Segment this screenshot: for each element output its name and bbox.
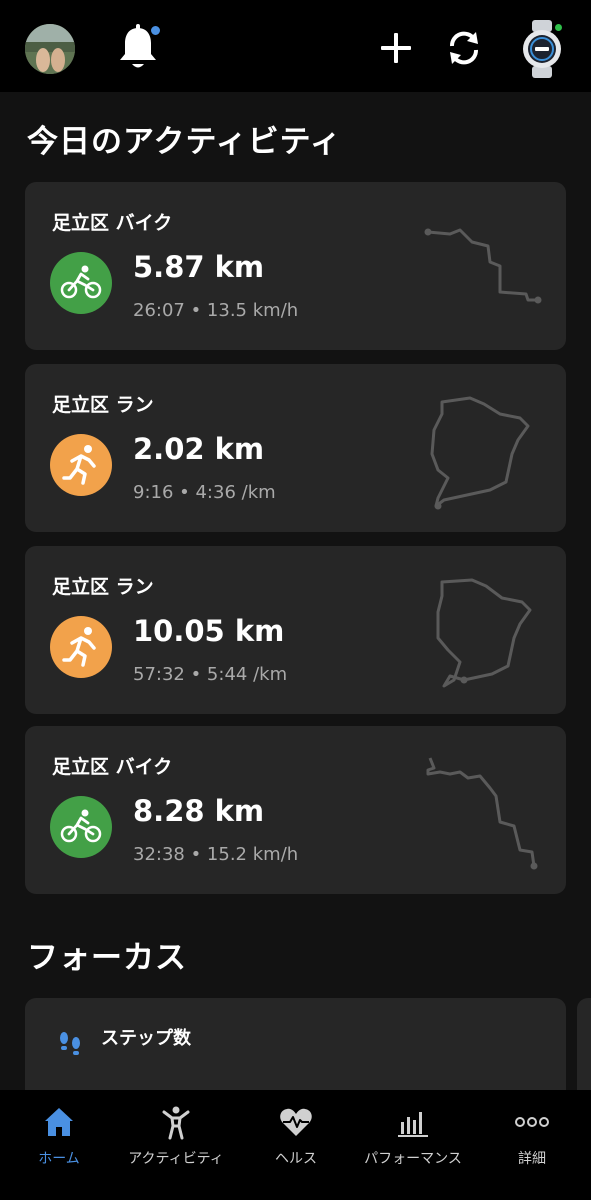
- notification-badge: [149, 24, 162, 37]
- route-map: [436, 578, 532, 688]
- activity-distance: 8.28 km: [133, 794, 265, 828]
- activity-card[interactable]: 足立区 バイク 5.87 km 26:07 • 13.5 km/h: [25, 182, 566, 350]
- performance-bars-icon: [398, 1112, 428, 1137]
- add-button[interactable]: [376, 28, 416, 68]
- nav-label: パフォーマンス: [364, 1151, 462, 1167]
- nav-health[interactable]: ヘルス: [252, 1090, 340, 1200]
- activity-person-icon: [162, 1106, 190, 1140]
- footsteps-icon: [60, 1032, 80, 1055]
- activity-title: 足立区 バイク: [52, 756, 173, 778]
- sync-button[interactable]: [444, 28, 484, 68]
- route-map: [424, 228, 542, 304]
- activity-distance: 10.05 km: [133, 614, 285, 648]
- nav-performance[interactable]: パフォーマンス: [356, 1090, 470, 1200]
- bike-icon: [50, 796, 112, 858]
- bottom-nav: ホーム アクティビティ ヘルス パフォーマンス 詳細: [0, 1090, 591, 1200]
- activity-stats: 57:32 • 5:44 /km: [133, 664, 288, 685]
- nav-label: アクティビティ: [128, 1151, 224, 1167]
- home-icon: [45, 1108, 73, 1136]
- activity-card[interactable]: 足立区 ラン 10.05 km 57:32 • 5:44 /km: [25, 546, 566, 714]
- activity-stats: 9:16 • 4:36 /km: [133, 482, 276, 503]
- run-icon: [50, 434, 112, 496]
- run-icon: [50, 616, 112, 678]
- activity-title: 足立区 ラン: [52, 576, 154, 598]
- avatar[interactable]: [25, 24, 75, 74]
- route-map: [430, 396, 530, 510]
- activity-title: 足立区 バイク: [52, 212, 173, 234]
- device-status-dot: [553, 22, 564, 33]
- activity-card[interactable]: 足立区 バイク 8.28 km 32:38 • 15.2 km/h: [25, 726, 566, 894]
- route-map: [426, 757, 538, 870]
- plus-icon: [381, 33, 411, 63]
- steps-label: ステップ数: [101, 1028, 191, 1049]
- nav-activities[interactable]: アクティビティ: [118, 1090, 234, 1200]
- nav-home[interactable]: ホーム: [18, 1090, 100, 1200]
- activity-title: 足立区 ラン: [52, 394, 154, 416]
- focus-section-title: フォーカス: [27, 940, 187, 976]
- nav-label: 詳細: [518, 1151, 546, 1167]
- today-section-title: 今日のアクティビティ: [27, 124, 342, 160]
- notifications-button[interactable]: [116, 24, 164, 74]
- more-dots-icon: [515, 1117, 549, 1127]
- heart-pulse-icon: [280, 1108, 312, 1136]
- bike-icon: [50, 252, 112, 314]
- nav-more[interactable]: 詳細: [492, 1090, 572, 1200]
- nav-label: ヘルス: [275, 1151, 317, 1167]
- activity-distance: 5.87 km: [133, 250, 265, 284]
- sync-icon: [449, 31, 479, 65]
- activity-card[interactable]: 足立区 ラン 2.02 km 9:16 • 4:36 /km: [25, 364, 566, 532]
- activity-stats: 26:07 • 13.5 km/h: [133, 300, 299, 321]
- activity-distance: 2.02 km: [133, 432, 265, 466]
- nav-label: ホーム: [38, 1151, 80, 1167]
- activity-stats: 32:38 • 15.2 km/h: [133, 844, 299, 865]
- top-bar: [0, 0, 591, 92]
- device-button[interactable]: [518, 20, 566, 78]
